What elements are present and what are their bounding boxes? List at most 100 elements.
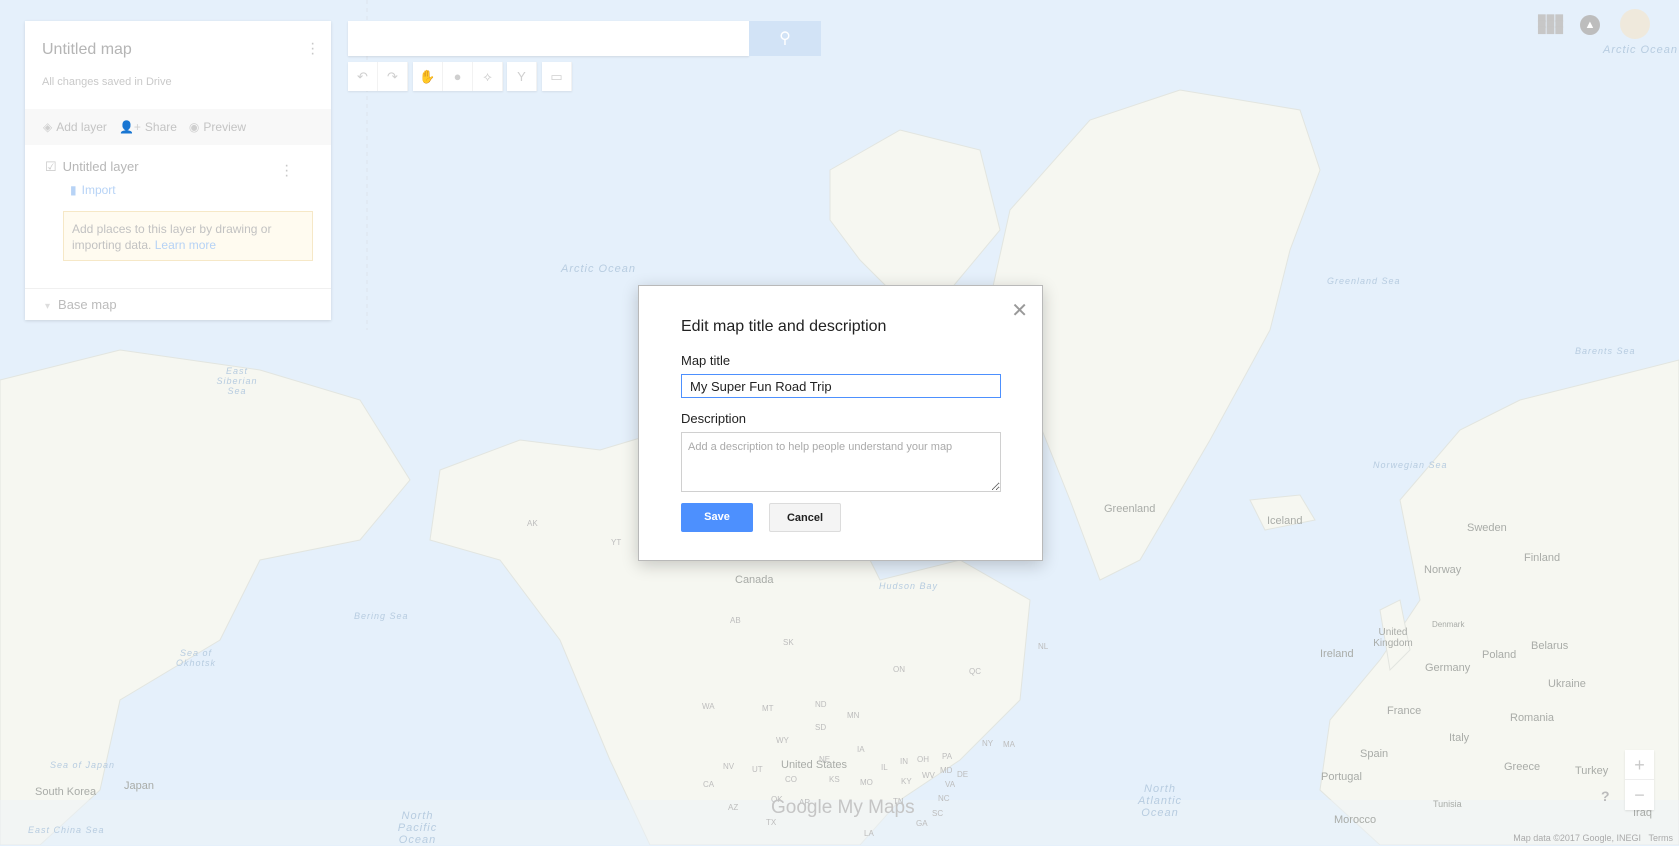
state-label: KS [829,775,840,784]
state-label: CO [785,775,797,784]
hand-icon[interactable]: ✋ [413,62,443,91]
sea-label: Sea of Okhotsk [176,648,217,668]
state-label: IA [857,745,865,754]
state-label: DE [957,770,969,779]
notifications-bell-icon[interactable]: ▲ [1580,15,1600,35]
description-input[interactable] [681,432,1001,492]
state-label: CA [703,780,715,789]
description-label: Description [681,411,747,426]
sea-label: Arctic Ocean [1603,44,1678,56]
sea-label: Norwegian Sea [1373,460,1448,470]
layer-checkbox[interactable]: ☑ [45,159,57,174]
state-label: VA [945,780,956,789]
country-label: Greece [1504,761,1541,773]
search-input[interactable] [348,21,749,56]
draw-line-icon[interactable]: ⟡ [473,62,503,91]
sea-label: Bering Sea [354,611,409,621]
terms-link[interactable]: Terms [1649,833,1674,843]
import-link[interactable]: ▮ Import [70,183,116,197]
state-label: KY [901,777,912,786]
state-label: NV [723,762,735,771]
state-label: SD [815,723,827,732]
add-layer-button[interactable]: ◈ Add layer [43,120,107,134]
country-label: Belarus [1531,640,1569,652]
state-label: AB [730,616,741,625]
country-label: Denmark [1432,620,1465,629]
avatar[interactable] [1620,9,1650,39]
google-my-maps-logo: Google My Maps [771,797,915,818]
country-label: Turkey [1575,765,1609,777]
country-label: Ukraine [1548,678,1586,690]
country-label: Canada [735,574,774,586]
dialog-title: Edit map title and description [681,318,887,335]
country-label: Iceland [1267,515,1303,527]
state-label: ND [815,700,827,709]
state-label: MA [1003,740,1015,749]
cancel-button[interactable]: Cancel [769,503,841,532]
import-label: Import [81,183,116,197]
layer-name[interactable]: Untitled layer [63,159,139,174]
help-icon[interactable]: ? [1601,788,1610,804]
state-label: LA [864,829,874,838]
file-icon: ▮ [70,183,77,197]
state-label: NY [982,739,994,748]
layer-options-icon[interactable]: · · · [284,158,289,184]
sea-label: East Siberian Sea [216,366,258,396]
marker-icon[interactable]: ● [443,62,473,91]
country-label: Germany [1425,662,1471,674]
sea-label: North Atlantic Ocean [1137,783,1183,819]
preview-button[interactable]: ◉ Preview [189,120,246,134]
sea-label: Hudson Bay [879,581,939,591]
map-title[interactable]: Untitled map [42,41,132,59]
state-label: OH [917,755,929,764]
share-button[interactable]: 👤+ Share [119,120,177,134]
draw-toolbar: ✋ ● ⟡ [413,62,503,91]
state-label: IN [900,757,908,766]
sea-label: East China Sea [28,825,105,835]
apps-grid-icon[interactable]: ■■■ ■■■ ■■■ [1537,11,1564,39]
map-options-icon[interactable]: · · · [310,36,315,62]
layer-item[interactable]: ☑ Untitled layer [45,159,139,175]
zoom-control: + − [1625,750,1654,810]
country-label: Finland [1524,552,1561,564]
search-button[interactable]: ⚲ [749,21,821,56]
directions-icon[interactable]: Y [507,62,537,91]
undo-icon[interactable]: ↶ [348,62,378,91]
zoom-in-button[interactable]: + [1625,750,1654,780]
map-panel: Untitled map · · · All changes saved in Dr… [25,21,331,320]
close-icon[interactable]: ✕ [1011,298,1028,323]
sea-label: Greenland Sea [1327,276,1401,286]
edit-map-dialog: ✕ Edit map title and description Map tit… [638,285,1043,561]
save-button[interactable]: Save [681,503,753,532]
state-label: WA [702,702,715,711]
country-label: South Korea [35,786,97,798]
attribution: Map data ©2017 Google, INEGI [1513,833,1641,843]
country-label: Norway [1424,564,1462,576]
state-label: AZ [728,803,739,812]
map-footer: Map data ©2017 Google, INEGI Terms [1513,833,1673,843]
ruler-icon[interactable]: ▭ [542,62,572,91]
state-label: AK [527,519,538,528]
zoom-out-button[interactable]: − [1625,780,1654,810]
state-label: PA [942,752,953,761]
state-label: WV [922,771,935,780]
country-label: Morocco [1334,814,1377,826]
learn-more-link[interactable]: Learn more [155,238,216,252]
state-label: MT [762,704,774,713]
panel-actions: ◈ Add layer 👤+ Share ◉ Preview [25,109,331,145]
map-title-input[interactable] [681,374,1001,398]
state-label: GA [916,819,928,828]
history-toolbar: ↶ ↷ [348,62,408,91]
country-label: Spain [1360,748,1389,760]
state-label: NC [938,794,950,803]
state-label: NE [819,755,831,764]
country-label: Sweden [1467,522,1507,534]
state-label: IL [881,763,888,772]
country-label: France [1387,705,1422,717]
country-label: Tunisia [1433,799,1462,809]
state-label: SK [783,638,794,647]
country-label: Italy [1449,732,1470,744]
country-label: Romania [1510,712,1555,724]
redo-icon[interactable]: ↷ [378,62,408,91]
base-map-toggle[interactable]: ▾ Base map [25,288,331,320]
